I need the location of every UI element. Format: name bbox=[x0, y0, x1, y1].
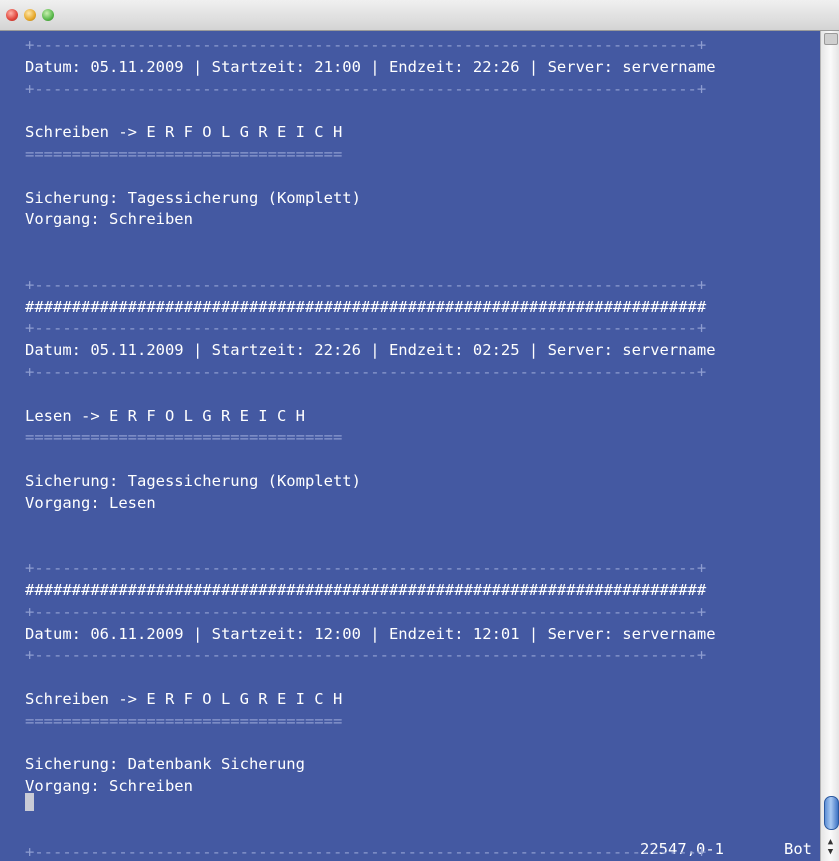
terminal-content[interactable]: 22547,0-1 Bot +-------------------------… bbox=[0, 31, 820, 861]
terminal-line: ########################################… bbox=[25, 297, 707, 316]
terminal-line: ================================== bbox=[25, 428, 343, 447]
split-handle-icon[interactable] bbox=[824, 33, 838, 45]
terminal-line: +---------------------------------------… bbox=[25, 79, 707, 98]
terminal-line: Datum: 05.11.2009 | Startzeit: 21:00 | E… bbox=[25, 57, 716, 76]
terminal-line: ================================== bbox=[25, 711, 343, 730]
zoom-button[interactable] bbox=[42, 9, 54, 21]
terminal-line: +---------------------------------------… bbox=[25, 602, 707, 621]
terminal-line: Vorgang: Lesen bbox=[25, 493, 156, 512]
terminal-line: +---------------------------------------… bbox=[25, 646, 707, 665]
terminal-line: Sicherung: Tagessicherung (Komplett) bbox=[25, 188, 361, 207]
terminal-line: ########################################… bbox=[25, 581, 707, 599]
scroll-indicator: Bot bbox=[784, 840, 812, 858]
vertical-scrollbar[interactable]: ▲ ▼ bbox=[820, 31, 839, 861]
terminal-line: +---------------------------------------… bbox=[25, 275, 707, 294]
scroll-arrows-icon[interactable]: ▲ ▼ bbox=[823, 837, 838, 859]
terminal-line: Sicherung: Datenbank Sicherung bbox=[25, 755, 305, 774]
terminal-line: Vorgang: Schreiben bbox=[25, 210, 193, 229]
minimize-button[interactable] bbox=[24, 9, 36, 21]
terminal-line: Vorgang: Schreiben bbox=[25, 777, 193, 796]
terminal-line: ================================== bbox=[25, 145, 343, 163]
close-button[interactable] bbox=[6, 9, 18, 21]
terminal-line: Datum: 05.11.2009 | Startzeit: 22:26 | E… bbox=[25, 341, 716, 360]
terminal-line: +---------------------------------------… bbox=[25, 319, 707, 338]
terminal-line: +---------------------------------------… bbox=[25, 36, 707, 54]
terminal-window: 22547,0-1 Bot +-------------------------… bbox=[0, 0, 839, 861]
terminal-line: +---------------------------------------… bbox=[25, 842, 707, 861]
scrollbar-thumb[interactable] bbox=[824, 796, 839, 830]
terminal-line: Schreiben -> E R F O L G R E I C H bbox=[25, 690, 343, 708]
terminal-line: Lesen -> E R F O L G R E I C H bbox=[25, 406, 305, 425]
terminal-line: +---------------------------------------… bbox=[25, 363, 707, 381]
terminal-line: Sicherung: Tagessicherung (Komplett) bbox=[25, 472, 361, 490]
terminal-line: Datum: 06.11.2009 | Startzeit: 12:00 | E… bbox=[25, 624, 716, 643]
terminal-line: Schreiben -> E R F O L G R E I C H bbox=[25, 123, 343, 142]
terminal-line: +---------------------------------------… bbox=[25, 559, 707, 578]
title-bar[interactable] bbox=[0, 0, 839, 31]
